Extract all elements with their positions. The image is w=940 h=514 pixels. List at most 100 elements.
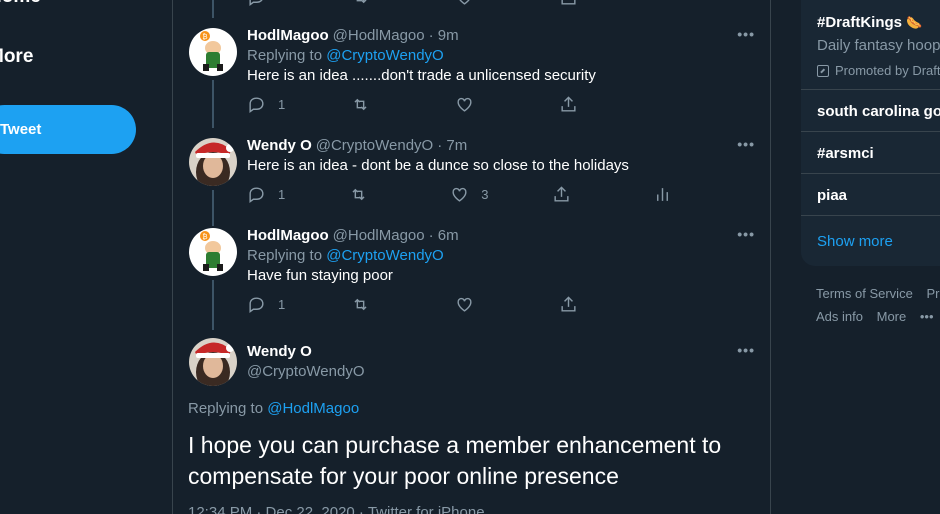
handle[interactable]: @HodlMagoo (333, 26, 425, 46)
mention-link[interactable]: @CryptoWendyO (326, 47, 444, 64)
share-button[interactable] (559, 95, 663, 114)
tweet-actions: 1 3 (247, 184, 755, 204)
display-name[interactable]: Wendy O (247, 342, 755, 362)
timestamp[interactable]: · 6m (429, 226, 459, 246)
privacy-link[interactable]: Privacy (926, 286, 940, 301)
share-icon (561, 0, 576, 5)
mention-link[interactable]: @HodlMagoo (267, 400, 359, 417)
trend-name-text: #DraftKings (817, 14, 903, 31)
trend-item[interactable]: south carolina gov (801, 90, 940, 132)
retweet-button[interactable] (349, 185, 451, 204)
ads-info-link[interactable]: Ads info (816, 309, 863, 324)
avatar-wendy-image (189, 338, 237, 386)
share-icon (554, 185, 569, 202)
like-button[interactable] (455, 295, 559, 314)
retweet-button[interactable] (351, 0, 455, 7)
trend-item[interactable]: piaa (801, 174, 940, 216)
tweet-text: Here is an idea .......don't trade a unl… (247, 67, 596, 84)
heart-icon (457, 297, 472, 312)
reply-button[interactable]: 1 (247, 185, 349, 204)
avatar[interactable] (189, 338, 237, 386)
promoted-by-text: Promoted by DraftKings (835, 63, 940, 78)
more-options-icon[interactable]: ••• (737, 342, 755, 358)
tweet-text: Have fun staying poor (247, 267, 393, 284)
left-nav: Home More Tweet (0, 0, 172, 514)
retweet-icon (354, 98, 367, 110)
tweet-button-label: Tweet (0, 121, 42, 138)
replying-to: Replying to @HodlMagoo (188, 400, 359, 417)
replying-to: Replying to @CryptoWendyO (247, 246, 755, 266)
share-icon (561, 95, 576, 112)
reply-icon (249, 96, 264, 113)
thread-line (212, 80, 214, 128)
share-button[interactable] (552, 185, 654, 204)
avatar[interactable]: ₿ (189, 228, 237, 276)
promoted-icon (817, 64, 829, 77)
like-button[interactable] (455, 95, 559, 114)
footer-links-row-1: Terms of Service Privacy (816, 286, 940, 301)
retweet-icon (354, 298, 367, 310)
more-options-icon[interactable]: ••• (737, 226, 755, 242)
nav-item-more[interactable]: More (0, 46, 33, 68)
reply-count: 1 (278, 186, 286, 202)
trend-name: #DraftKings 🌭 (817, 14, 922, 31)
share-button[interactable] (559, 0, 663, 7)
reply-count: 1 (278, 96, 286, 112)
handle[interactable]: @HodlMagoo (333, 226, 425, 246)
nav-item-home[interactable]: Home (0, 0, 41, 8)
retweet-button[interactable] (351, 295, 455, 314)
trend-name: piaa (817, 187, 848, 204)
heart-icon (452, 187, 467, 202)
tweet-body: Wendy O @CryptoWendyO · 7m Here is an id… (247, 136, 755, 204)
tweet-header: HodlMagoo @HodlMagoo · 6m (247, 226, 755, 246)
like-button[interactable]: 3 (450, 185, 552, 204)
reply-icon (249, 186, 264, 203)
share-icon (561, 295, 576, 312)
like-button[interactable] (455, 0, 559, 7)
display-name[interactable]: Wendy O (247, 136, 312, 156)
avatar[interactable] (189, 138, 237, 186)
tweet[interactable]: Wendy O @CryptoWendyO · 7m Here is an id… (173, 136, 771, 226)
reply-button[interactable] (247, 0, 351, 7)
retweet-icon (356, 0, 367, 4)
thread-line (212, 280, 214, 330)
tweet-text: Here is an idea - dont be a dunce so clo… (247, 157, 629, 174)
trend-item-promoted[interactable]: #DraftKings 🌭 Daily fantasy hoops Promot… (801, 0, 940, 90)
trend-name: #arsmci (817, 145, 874, 162)
trend-description: Daily fantasy hoops (817, 37, 940, 54)
terms-link[interactable]: Terms of Service (816, 286, 913, 301)
replying-to: Replying to @CryptoWendyO (247, 46, 755, 66)
more-options-icon[interactable]: ••• (737, 26, 755, 42)
display-name[interactable]: HodlMagoo (247, 226, 329, 246)
tweet-button[interactable]: Tweet (0, 105, 136, 154)
thread-line (212, 190, 214, 226)
mention-link[interactable]: @CryptoWendyO (326, 247, 444, 264)
analytics-icon (657, 187, 669, 201)
tweet-meta: 12:34 PM · Dec 22, 2020 · Twitter for iP… (188, 504, 485, 514)
timestamp[interactable]: · 7m (437, 136, 467, 156)
avatar-hodlmagoo-image: ₿ (189, 28, 237, 76)
handle[interactable]: @CryptoWendyO (247, 362, 755, 382)
analytics-button[interactable] (653, 185, 755, 204)
retweet-button[interactable] (351, 95, 455, 114)
tweet[interactable]: ₿ HodlMagoo @HodlMagoo · 9m Replying to … (173, 26, 771, 128)
promoted-label: Promoted by DraftKings (817, 63, 940, 78)
reply-icon (249, 0, 263, 7)
tweet-actions: 1 (247, 94, 755, 114)
tweet[interactable]: ₿ HodlMagoo @HodlMagoo · 6m Replying to … (173, 226, 771, 330)
show-more-link[interactable]: Show more (817, 233, 893, 250)
footer-more-link[interactable]: More ••• (877, 309, 940, 324)
share-button[interactable] (559, 295, 663, 314)
reply-button[interactable]: 1 (247, 95, 351, 114)
display-name[interactable]: HodlMagoo (247, 26, 329, 46)
avatar[interactable]: ₿ (189, 28, 237, 76)
tweet-actions: 1 (247, 294, 755, 314)
timestamp[interactable]: · 9m (429, 26, 459, 46)
more-options-icon[interactable]: ••• (737, 136, 755, 152)
previous-tweet-actions (247, 0, 747, 7)
svg-text:₿: ₿ (202, 33, 207, 41)
focused-tweet-text: I hope you can purchase a member enhance… (188, 432, 722, 489)
trend-item[interactable]: #arsmci (801, 132, 940, 174)
handle[interactable]: @CryptoWendyO (316, 136, 434, 156)
reply-button[interactable]: 1 (247, 295, 351, 314)
